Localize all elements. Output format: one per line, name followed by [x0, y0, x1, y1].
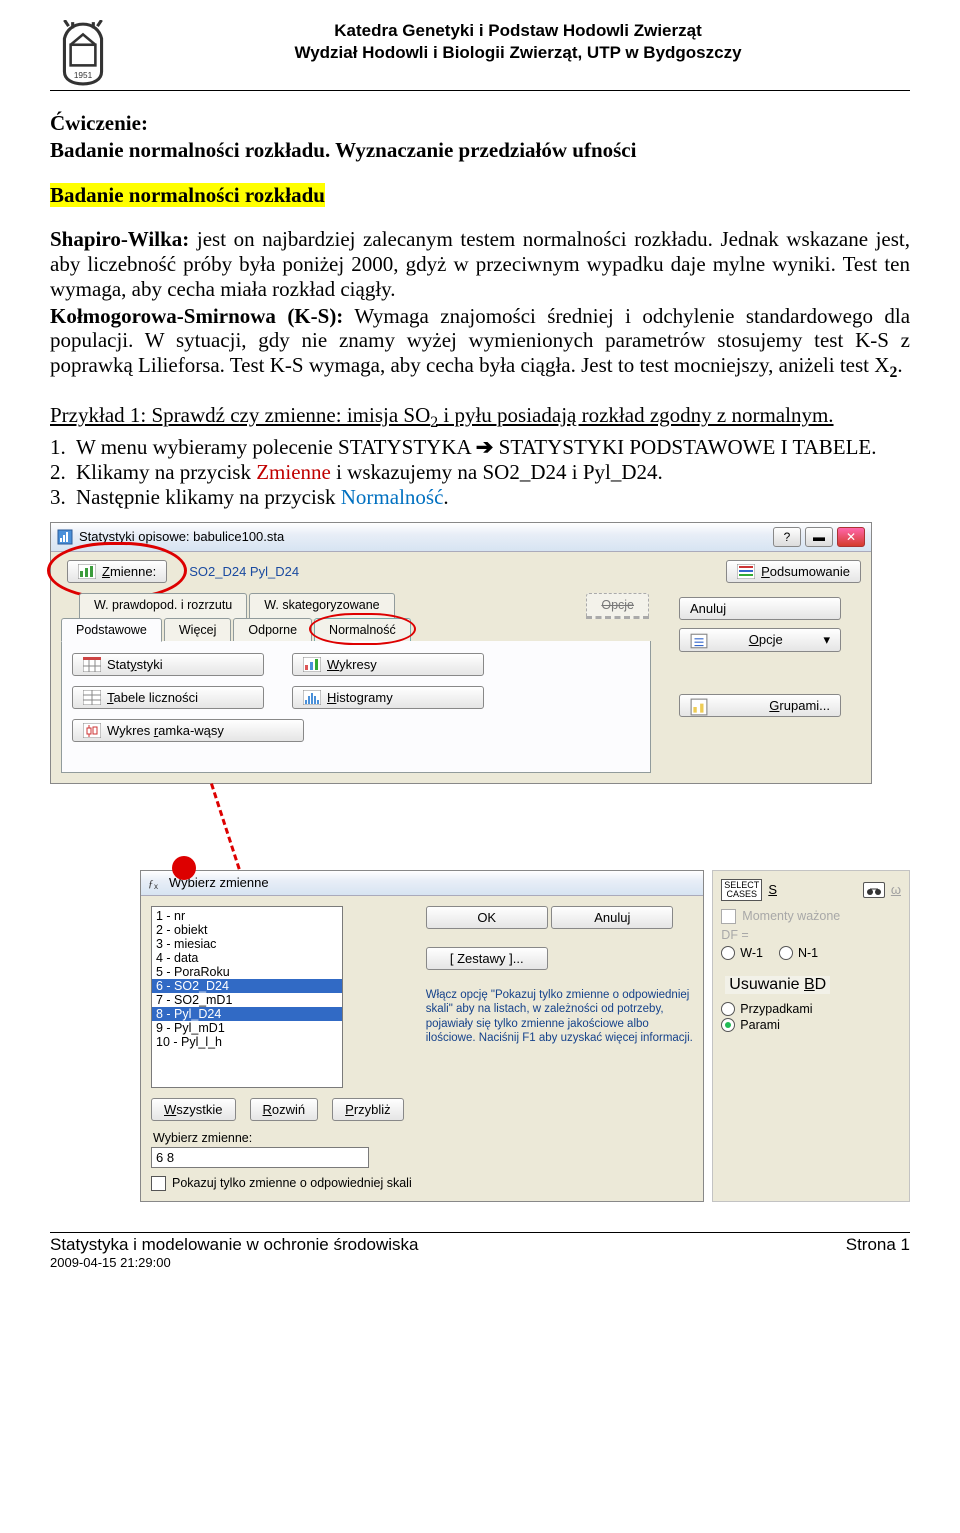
statystyki-opisowe-window: Statystyki opisowe: babulice100.sta ? ▬ … [50, 522, 872, 784]
window-title: Wybierz zmienne [169, 875, 697, 890]
charts-icon [303, 657, 321, 672]
help-button[interactable]: ? [773, 527, 801, 547]
by-groups-icon [690, 698, 708, 713]
summary-icon [737, 564, 755, 579]
selected-variables: SO2_D24 Pyl_D24 [189, 564, 299, 579]
step-1: W menu wybieramy polecenie STATYSTYKA ➔ … [50, 435, 910, 461]
close-button[interactable]: ✕ [837, 527, 865, 547]
zestawy-button[interactable]: [ Zestawy ]... [426, 947, 548, 970]
section-heading: Badanie normalności rozkładu [50, 183, 325, 207]
weight-icon[interactable] [863, 882, 885, 898]
momenty-checkbox: Momenty ważone [721, 909, 901, 924]
hint-text: Włącz opcję "Pokazuj tylko zmienne o odp… [426, 988, 694, 1046]
example-heading: Przykład 1: Sprawdź czy zmienne: imisja … [50, 403, 910, 433]
window-icon: ƒx [147, 875, 163, 891]
annotation-connector [160, 784, 910, 870]
annotation-dot [172, 856, 196, 880]
zmienne-keyword: Zmienne [256, 460, 331, 484]
options-icon [690, 632, 708, 647]
list-item[interactable]: 9 - Pyl_mD1 [152, 1021, 342, 1035]
histogram-icon [303, 690, 321, 705]
variables-icon [78, 564, 96, 579]
shapiro-lead: Shapiro-Wilka: [50, 227, 189, 251]
s-hotkey[interactable]: S [768, 882, 777, 897]
footer-left: Statystyka i modelowanie w ochronie środ… [50, 1235, 419, 1255]
radio-n1: N-1 [798, 946, 818, 960]
w-hotkey: ω [891, 882, 901, 897]
ks-lead: Kołmogorowa-Smirnowa (K-S): [50, 304, 343, 328]
normalnosc-keyword: Normalność [341, 485, 444, 509]
boxplot-icon [83, 723, 101, 738]
tab-skateg[interactable]: W. skategoryzowane [249, 593, 394, 619]
wybierz-zmienne-window: ƒx Wybierz zmienne 1 - nr 2 - obiekt 3 -… [140, 870, 704, 1202]
ok-button[interactable]: OK [426, 906, 548, 929]
wybierz-zmienne-input[interactable]: 6 8 [151, 1147, 369, 1168]
arrow-icon: ➔ [476, 436, 494, 459]
grupami-button[interactable]: Grupami... [679, 694, 841, 717]
svg-text:1951: 1951 [74, 71, 93, 80]
stats-table-icon [83, 657, 101, 672]
rollup-button[interactable]: ▬ [805, 527, 833, 547]
zmienne-button[interactable]: Zmienne: [67, 560, 167, 583]
window-title: Statystyki opisowe: babulice100.sta [79, 529, 773, 544]
tabele-licznosci-button[interactable]: Tabele liczności [72, 686, 264, 709]
list-item[interactable]: 2 - obiekt [152, 923, 342, 937]
svg-text:x: x [154, 882, 158, 891]
tab-opcje-strike[interactable]: Opcje [586, 593, 649, 619]
statystyki-button[interactable]: Statystyki [72, 653, 264, 676]
wykres-ramka-wasy-button[interactable]: Wykres ramka-wąsy [72, 719, 304, 742]
radio-parami[interactable]: Parami [721, 1018, 901, 1032]
list-item[interactable]: 5 - PoraRoku [152, 965, 342, 979]
step-3: Następnie klikamy na przycisk Normalność… [50, 485, 910, 510]
list-item[interactable]: 4 - data [152, 951, 342, 965]
checkbox-icon [151, 1176, 166, 1191]
select-cases-icon[interactable]: SELECTCASES [721, 879, 762, 901]
anuluj-button[interactable]: Anuluj [551, 906, 673, 929]
window-icon [57, 529, 73, 545]
list-item-selected[interactable]: 6 - SO2_D24 [152, 979, 342, 993]
variable-list[interactable]: 1 - nr 2 - obiekt 3 - miesiac 4 - data 5… [151, 906, 343, 1088]
list-item[interactable]: 3 - miesiac [152, 937, 342, 951]
rozwin-button[interactable]: Rozwiń [250, 1098, 319, 1121]
header-line1: Katedra Genetyki i Podstaw Hodowli Zwier… [126, 20, 910, 42]
list-item-selected[interactable]: 8 - Pyl_D24 [152, 1007, 342, 1021]
list-item[interactable]: 1 - nr [152, 909, 342, 923]
tab-podstawowe[interactable]: Podstawowe [61, 618, 162, 642]
pokazuj-checkbox[interactable]: Pokazuj tylko zmienne o odpowiedniej ska… [151, 1176, 412, 1191]
exercise-title: Badanie normalności rozkładu. Wyznaczani… [50, 138, 910, 163]
exercise-label: Ćwiczenie: [50, 111, 148, 135]
dropdown-arrow-icon: ▾ [823, 632, 830, 648]
list-item[interactable]: 10 - Pyl_l_h [152, 1035, 342, 1049]
institution-logo: 1951 [50, 20, 116, 86]
header-line2: Wydział Hodowli i Biologii Zwierząt, UTP… [126, 42, 910, 64]
radio-w1: W-1 [740, 946, 763, 960]
anuluj-button[interactable]: Anuluj [679, 597, 841, 620]
wykresy-button[interactable]: Wykresy [292, 653, 484, 676]
tab-wiecej[interactable]: Więcej [164, 618, 232, 641]
df-label: DF = [721, 928, 901, 942]
footer-datetime: 2009-04-15 21:29:00 [50, 1255, 419, 1270]
tab-normalnosc[interactable]: Normalność [314, 618, 411, 641]
wszystkie-button[interactable]: Wszystkie [151, 1098, 236, 1121]
usuwanie-bd-label: Usuwanie BD [729, 976, 826, 993]
list-item[interactable]: 7 - SO2_mD1 [152, 993, 342, 1007]
podsumowanie-button[interactable]: Podsumowanie [726, 560, 861, 583]
przybliz-button[interactable]: Przybliż [332, 1098, 404, 1121]
opcje-button[interactable]: Opcje ▾ [679, 628, 841, 652]
footer-page: Strona 1 [846, 1235, 910, 1270]
tab-prawdopod[interactable]: W. prawdopod. i rozrzutu [79, 593, 247, 619]
histogramy-button[interactable]: Histogramy [292, 686, 484, 709]
step-2: Klikamy na przycisk Zmienne i wskazujemy… [50, 460, 910, 485]
tab-odporne[interactable]: Odporne [233, 618, 312, 641]
wybierz-zmienne-label: Wybierz zmienne: [153, 1131, 412, 1145]
freq-table-icon [83, 690, 101, 705]
pokazuj-label: Pokazuj tylko zmienne o odpowiedniej ska… [172, 1176, 412, 1190]
radio-przypadkami[interactable]: Przypadkami [721, 1002, 901, 1016]
